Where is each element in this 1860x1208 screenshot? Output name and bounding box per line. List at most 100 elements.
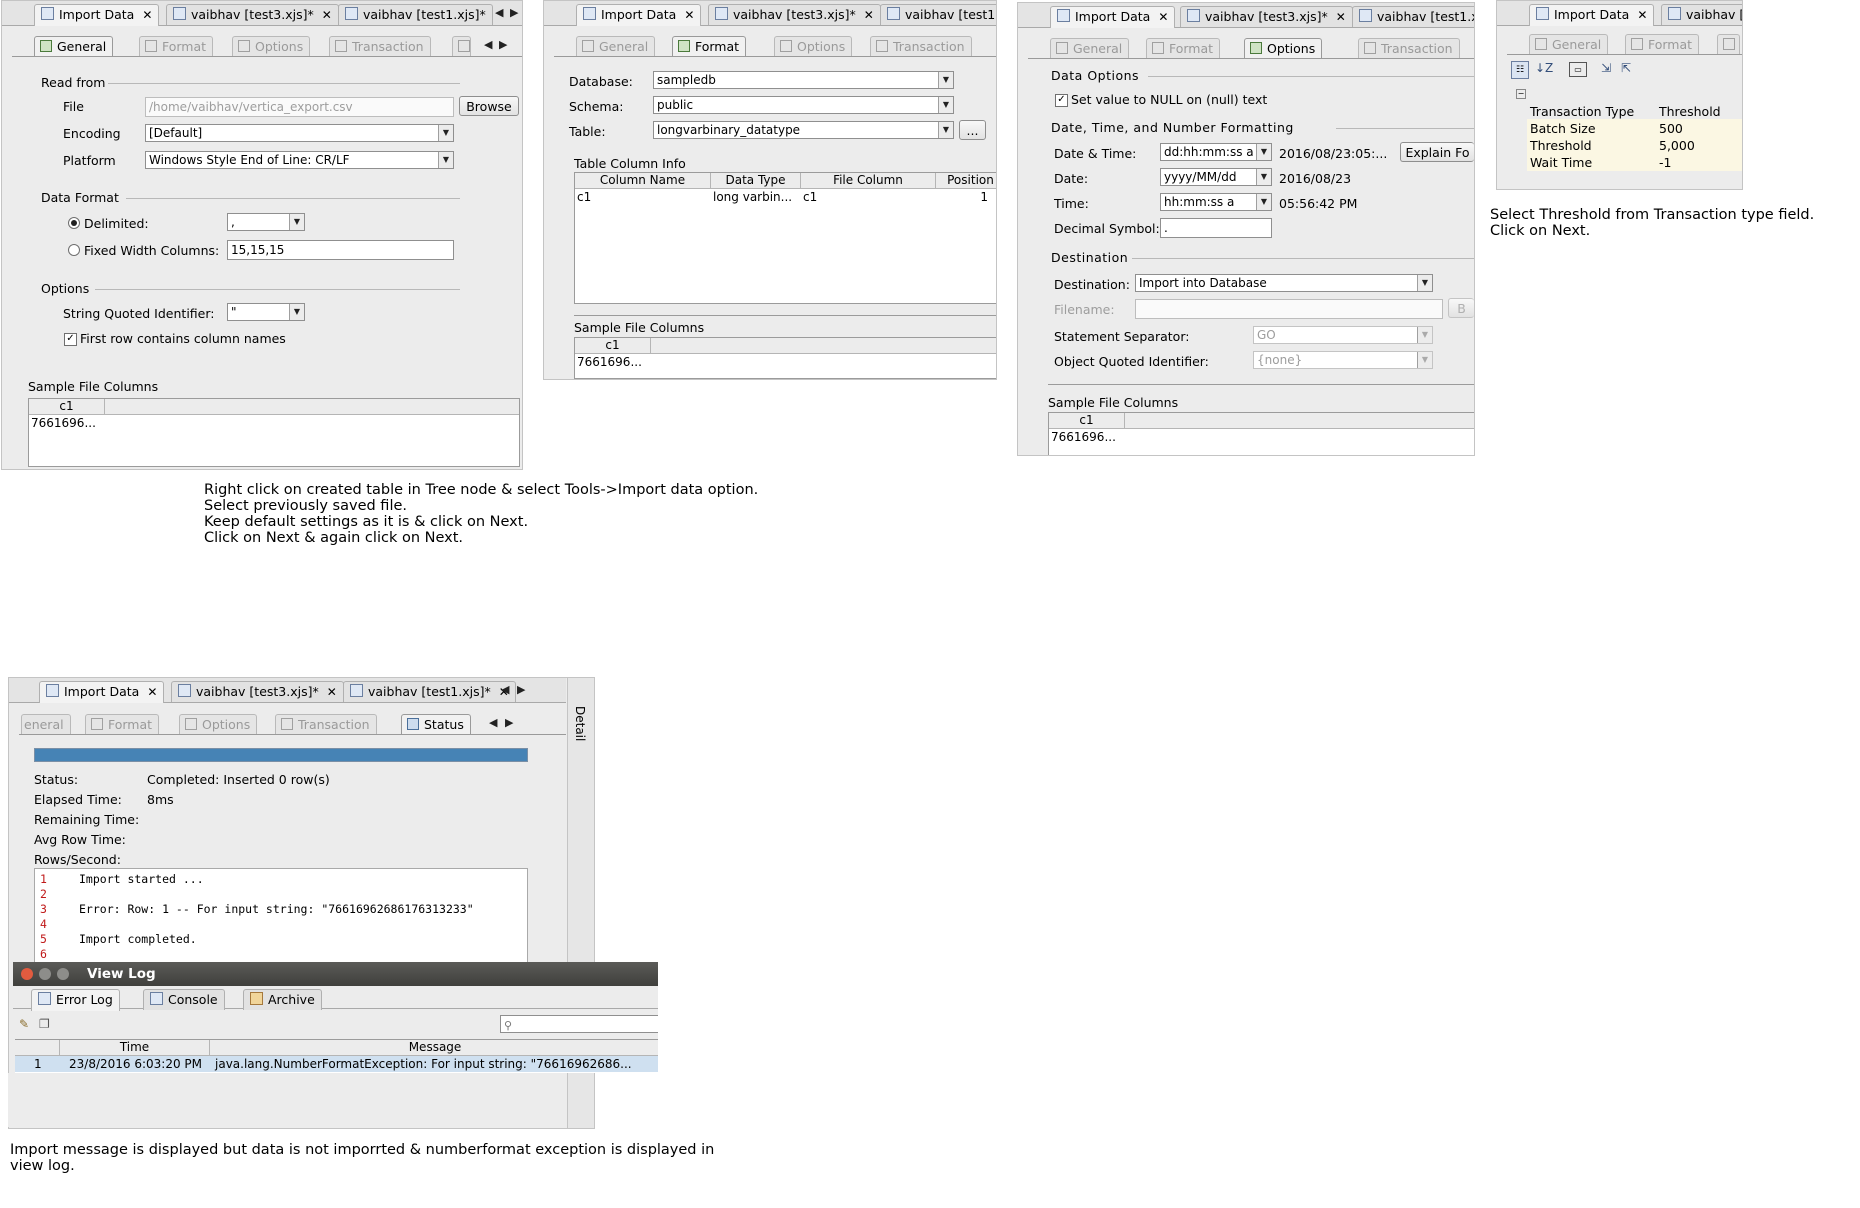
maximize-window-icon[interactable] xyxy=(57,968,69,980)
log-search-input[interactable]: ⚲ xyxy=(500,1015,658,1033)
subtab-options[interactable]: Options xyxy=(179,714,258,734)
subtab-format[interactable]: Format xyxy=(1146,38,1221,58)
tab-archive[interactable]: Archive xyxy=(243,989,322,1010)
subtab-transaction[interactable]: Transaction xyxy=(329,36,431,56)
decimal-symbol-input[interactable]: . xyxy=(1160,218,1272,238)
close-icon[interactable]: ✕ xyxy=(1336,10,1346,24)
subtab-general[interactable]: General xyxy=(576,36,656,56)
copy-log-icon[interactable]: ❐ xyxy=(39,1017,50,1031)
tab-test3[interactable]: vaibhav [test3.xjs]* ✕ xyxy=(166,4,339,25)
tab-import-data[interactable]: Import Data ✕ xyxy=(576,4,702,26)
file-path-input[interactable]: /home/vaibhav/vertica_export.csv xyxy=(145,97,454,117)
subtab-format[interactable]: Format xyxy=(139,36,214,56)
table-cell[interactable]: 1 xyxy=(936,190,988,205)
fixed-width-input[interactable]: 15,15,15 xyxy=(227,240,454,260)
tab-scroll-right-icon[interactable]: ▶ xyxy=(510,6,518,19)
destination-select[interactable]: Import into Database ▼ xyxy=(1135,274,1433,292)
tab-import-data[interactable]: Import Data ✕ xyxy=(39,681,165,703)
table-cell[interactable]: c1 xyxy=(801,190,933,205)
subtab-right-icon[interactable]: ▶ xyxy=(505,716,513,729)
close-window-icon[interactable] xyxy=(21,968,33,980)
table-row[interactable]: 1 23/8/2016 6:03:20 PM java.lang.NumberF… xyxy=(15,1056,658,1072)
wait-time-value[interactable]: -1 xyxy=(1659,155,1671,170)
table-browse-button[interactable]: ... xyxy=(959,120,986,140)
clear-log-icon[interactable]: ✎ xyxy=(19,1017,29,1031)
collapse-icon[interactable]: − xyxy=(1516,89,1526,99)
close-icon[interactable]: ✕ xyxy=(322,8,332,22)
table-cell[interactable]: c1 xyxy=(575,190,709,205)
collapse-all-icon[interactable]: ⇱ xyxy=(1621,61,1631,75)
subtab-general[interactable]: eneral xyxy=(21,714,71,734)
close-icon[interactable]: ✕ xyxy=(142,8,152,22)
close-icon[interactable]: ✕ xyxy=(864,8,874,22)
subtab-transaction[interactable]: Transaction xyxy=(870,36,972,56)
tab-test1[interactable]: vaibhav [test1.xjs]* xyxy=(338,4,493,25)
transaction-type-value[interactable]: Threshold xyxy=(1659,104,1721,119)
string-quoted-select[interactable]: " ▼ xyxy=(227,303,305,321)
close-icon[interactable]: ✕ xyxy=(147,685,157,699)
first-row-checkbox[interactable]: ✓ xyxy=(64,333,77,346)
date-format-select[interactable]: yyyy/MM/dd ▼ xyxy=(1160,168,1272,186)
sort-icon[interactable]: ↓Z xyxy=(1535,61,1553,75)
subtab-right-icon[interactable]: ▶ xyxy=(499,38,507,51)
tab-scroll-left-icon[interactable]: ◀ xyxy=(501,683,509,696)
tab-console[interactable]: Console xyxy=(143,989,225,1010)
subtab-format[interactable]: Format xyxy=(85,714,160,734)
subtab-left-icon[interactable]: ◀ xyxy=(489,716,497,729)
tab-test1[interactable]: vaibhav [test1.xjs]* ✕ xyxy=(343,681,516,702)
view-log-titlebar[interactable]: View Log xyxy=(13,962,658,986)
explain-format-button[interactable]: Explain Fo xyxy=(1400,142,1474,162)
schema-select[interactable]: public ▼ xyxy=(653,96,954,114)
object-quoted-select[interactable]: {none} ▼ xyxy=(1253,351,1433,369)
tab-scroll-right-icon[interactable]: ▶ xyxy=(517,683,525,696)
table-cell[interactable]: long varbin... xyxy=(711,190,799,205)
subtab-format[interactable]: Format xyxy=(1625,34,1700,54)
tab-test3[interactable]: vaibhav [t xyxy=(1661,4,1742,25)
table-select[interactable]: longvarbinary_datatype ▼ xyxy=(653,121,954,139)
threshold-value[interactable]: 5,000 xyxy=(1659,138,1695,153)
filename-browse-button[interactable]: B xyxy=(1448,298,1474,318)
tab-import-data[interactable]: Import Data ✕ xyxy=(1529,4,1655,26)
close-icon[interactable]: ✕ xyxy=(1637,8,1647,22)
null-text-checkbox[interactable]: ✓ xyxy=(1055,94,1068,107)
subtab-format[interactable]: Format xyxy=(672,36,747,56)
platform-select[interactable]: Windows Style End of Line: CR/LF ▼ xyxy=(145,151,454,169)
subtab-transaction[interactable]: Transaction xyxy=(1358,38,1460,58)
statement-separator-select[interactable]: GO ▼ xyxy=(1253,326,1433,344)
encoding-select[interactable]: [Default] ▼ xyxy=(145,124,454,142)
categories-icon[interactable]: ☷ xyxy=(1511,61,1529,79)
subtab-more[interactable] xyxy=(452,36,471,56)
tab-test1[interactable]: vaibhav [test1.x xyxy=(1352,6,1474,27)
tab-import-data[interactable]: Import Data ✕ xyxy=(34,4,160,26)
delimiter-select[interactable]: , ▼ xyxy=(227,213,305,231)
minimize-window-icon[interactable] xyxy=(39,968,51,980)
subtab-options[interactable]: Options xyxy=(1244,38,1323,58)
browse-button[interactable]: Browse xyxy=(459,96,519,116)
database-select[interactable]: sampledb ▼ xyxy=(653,71,954,89)
close-icon[interactable]: ✕ xyxy=(1158,10,1168,24)
tab-error-log[interactable]: Error Log xyxy=(31,989,120,1011)
subtab-options[interactable]: Options xyxy=(232,36,311,56)
datetime-format-select[interactable]: dd:hh:mm:ss a ▼ xyxy=(1160,143,1272,161)
tab-test3[interactable]: vaibhav [test3.xjs]* ✕ xyxy=(171,681,344,702)
time-format-select[interactable]: hh:mm:ss a ▼ xyxy=(1160,193,1272,211)
subtab-status[interactable]: Status xyxy=(401,714,471,734)
advanced-icon[interactable]: ▭ xyxy=(1569,62,1587,77)
expand-all-icon[interactable]: ⇲ xyxy=(1601,61,1611,75)
subtab-left-icon[interactable]: ◀ xyxy=(484,38,492,51)
tab-import-data[interactable]: Import Data ✕ xyxy=(1050,6,1176,28)
tab-test3[interactable]: vaibhav [test3.xjs]* ✕ xyxy=(708,4,881,25)
subtab-transaction[interactable]: Transaction xyxy=(275,714,377,734)
subtab-options[interactable] xyxy=(1717,34,1740,54)
filename-input[interactable] xyxy=(1135,299,1443,319)
tab-test3[interactable]: vaibhav [test3.xjs]* ✕ xyxy=(1180,6,1353,27)
subtab-general[interactable]: General xyxy=(34,36,114,56)
delimited-radio[interactable] xyxy=(68,217,80,229)
tab-test1[interactable]: vaibhav [test1. xyxy=(880,4,996,25)
fixed-width-radio[interactable] xyxy=(68,244,80,256)
import-log[interactable]: 1 Import started ... 2 3 Error: Row: 1 -- … xyxy=(34,868,528,965)
subtab-general[interactable]: General xyxy=(1529,34,1609,54)
batch-size-value[interactable]: 500 xyxy=(1659,121,1683,136)
subtab-general[interactable]: General xyxy=(1050,38,1130,58)
close-icon[interactable]: ✕ xyxy=(684,8,694,22)
